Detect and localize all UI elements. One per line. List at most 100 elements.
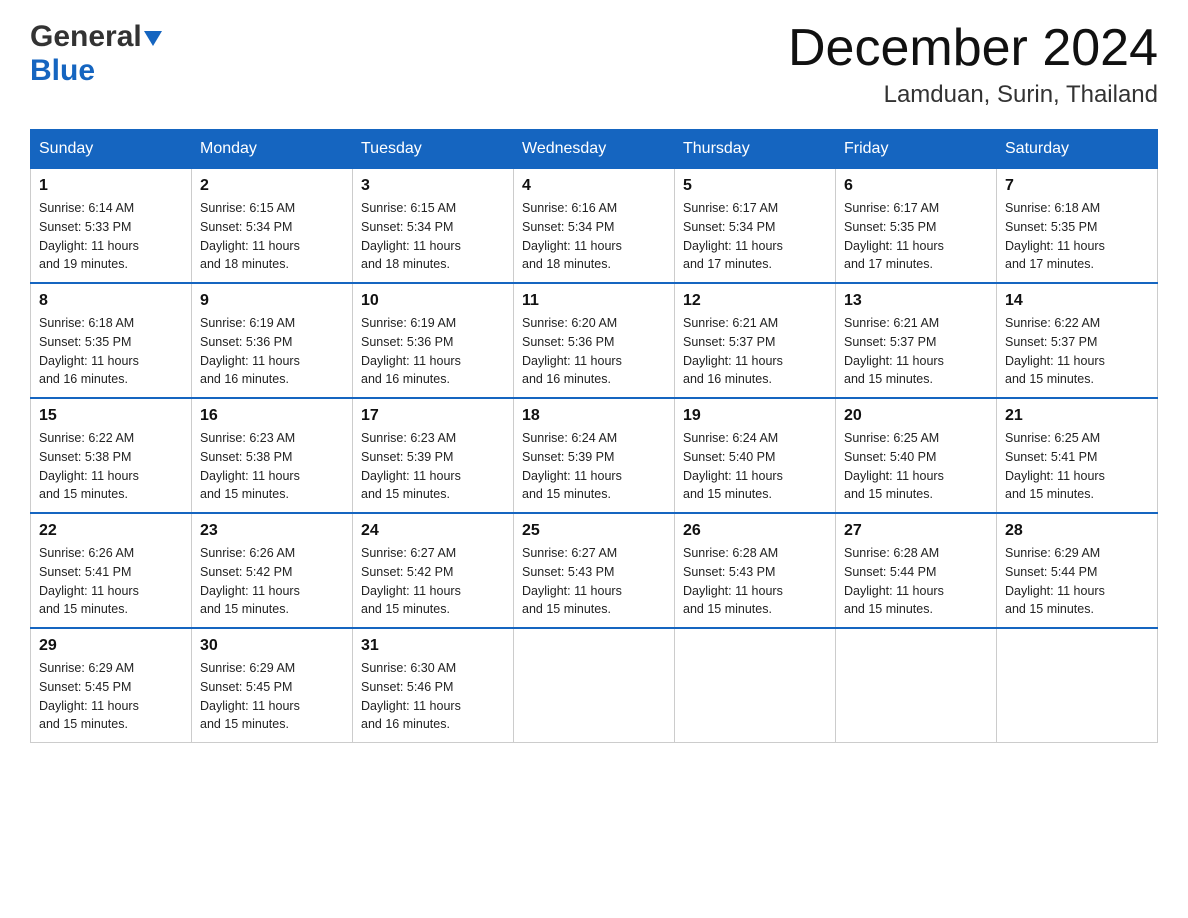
- day-number: 12: [683, 292, 827, 310]
- calendar-cell: 20Sunrise: 6:25 AMSunset: 5:40 PMDayligh…: [836, 398, 997, 513]
- calendar-cell: 21 Sunrise: 6:25 AMSunset: 5:41 PMDayligh…: [997, 398, 1158, 513]
- logo: General Blue: [30, 20, 162, 88]
- calendar-cell: 16Sunrise: 6:23 AMSunset: 5:38 PMDayligh…: [192, 398, 353, 513]
- day-header-tuesday: Tuesday: [353, 130, 514, 169]
- day-number: 22: [39, 522, 183, 540]
- day-info: Sunrise: 6:15 AMSunset: 5:34 PMDaylight:…: [361, 199, 505, 274]
- day-info: Sunrise: 6:28 AMSunset: 5:43 PMDaylight:…: [683, 544, 827, 619]
- day-info: Sunrise: 6:25 AMSunset: 5:41 PMDaylight:…: [1005, 429, 1149, 504]
- day-number: 29: [39, 637, 183, 655]
- day-header-sunday: Sunday: [31, 130, 192, 169]
- day-number: 11: [522, 292, 666, 310]
- calendar-cell: 4 Sunrise: 6:16 AMSunset: 5:34 PMDaylight…: [514, 169, 675, 284]
- day-number: 1: [39, 177, 183, 195]
- calendar-cell: 19Sunrise: 6:24 AMSunset: 5:40 PMDayligh…: [675, 398, 836, 513]
- day-header-wednesday: Wednesday: [514, 130, 675, 169]
- calendar-cell: 7 Sunrise: 6:18 AMSunset: 5:35 PMDaylight…: [997, 169, 1158, 284]
- calendar-cell: 15Sunrise: 6:22 AMSunset: 5:38 PMDayligh…: [31, 398, 192, 513]
- day-number: 10: [361, 292, 505, 310]
- day-info: Sunrise: 6:26 AMSunset: 5:41 PMDaylight:…: [39, 544, 183, 619]
- calendar-cell: 10Sunrise: 6:19 AMSunset: 5:36 PMDayligh…: [353, 283, 514, 398]
- calendar-cell: 29 Sunrise: 6:29 AMSunset: 5:45 PMDayligh…: [31, 628, 192, 743]
- day-number: 2: [200, 177, 344, 195]
- calendar-week-row: 29 Sunrise: 6:29 AMSunset: 5:45 PMDayligh…: [31, 628, 1158, 743]
- day-info: Sunrise: 6:28 AMSunset: 5:44 PMDaylight:…: [844, 544, 988, 619]
- day-number: 20: [844, 407, 988, 425]
- month-title: December 2024: [788, 20, 1158, 77]
- day-header-friday: Friday: [836, 130, 997, 169]
- day-info: Sunrise: 6:14 AMSunset: 5:33 PMDaylight:…: [39, 199, 183, 274]
- day-number: 31: [361, 637, 505, 655]
- calendar-week-row: 22 Sunrise: 6:26 AMSunset: 5:41 PMDayligh…: [31, 513, 1158, 628]
- day-number: 19: [683, 407, 827, 425]
- day-number: 23: [200, 522, 344, 540]
- day-info: Sunrise: 6:21 AMSunset: 5:37 PMDaylight:…: [844, 314, 988, 389]
- calendar-cell: [997, 628, 1158, 743]
- calendar-cell: [514, 628, 675, 743]
- day-info: Sunrise: 6:29 AMSunset: 5:44 PMDaylight:…: [1005, 544, 1149, 619]
- logo-general-text: General: [30, 20, 142, 54]
- calendar-cell: 9Sunrise: 6:19 AMSunset: 5:36 PMDaylight…: [192, 283, 353, 398]
- day-number: 3: [361, 177, 505, 195]
- day-info: Sunrise: 6:27 AMSunset: 5:43 PMDaylight:…: [522, 544, 666, 619]
- day-info: Sunrise: 6:29 AMSunset: 5:45 PMDaylight:…: [39, 659, 183, 734]
- calendar-cell: 30 Sunrise: 6:29 AMSunset: 5:45 PMDayligh…: [192, 628, 353, 743]
- location-title: Lamduan, Surin, Thailand: [788, 81, 1158, 109]
- day-header-monday: Monday: [192, 130, 353, 169]
- calendar-cell: 23Sunrise: 6:26 AMSunset: 5:42 PMDayligh…: [192, 513, 353, 628]
- day-header-saturday: Saturday: [997, 130, 1158, 169]
- calendar-week-row: 15Sunrise: 6:22 AMSunset: 5:38 PMDayligh…: [31, 398, 1158, 513]
- day-number: 27: [844, 522, 988, 540]
- calendar-header-row: SundayMondayTuesdayWednesdayThursdayFrid…: [31, 130, 1158, 169]
- day-number: 30: [200, 637, 344, 655]
- day-number: 13: [844, 292, 988, 310]
- day-number: 4: [522, 177, 666, 195]
- day-number: 25: [522, 522, 666, 540]
- calendar-week-row: 1 Sunrise: 6:14 AMSunset: 5:33 PMDaylight…: [31, 169, 1158, 284]
- day-number: 14: [1005, 292, 1149, 310]
- day-number: 17: [361, 407, 505, 425]
- day-info: Sunrise: 6:27 AMSunset: 5:42 PMDaylight:…: [361, 544, 505, 619]
- day-info: Sunrise: 6:24 AMSunset: 5:39 PMDaylight:…: [522, 429, 666, 504]
- day-number: 28: [1005, 522, 1149, 540]
- day-info: Sunrise: 6:29 AMSunset: 5:45 PMDaylight:…: [200, 659, 344, 734]
- day-info: Sunrise: 6:30 AMSunset: 5:46 PMDaylight:…: [361, 659, 505, 734]
- calendar-table: SundayMondayTuesdayWednesdayThursdayFrid…: [30, 129, 1158, 743]
- day-info: Sunrise: 6:18 AMSunset: 5:35 PMDaylight:…: [39, 314, 183, 389]
- calendar-cell: [836, 628, 997, 743]
- calendar-cell: 31 Sunrise: 6:30 AMSunset: 5:46 PMDayligh…: [353, 628, 514, 743]
- day-number: 7: [1005, 177, 1149, 195]
- day-info: Sunrise: 6:16 AMSunset: 5:34 PMDaylight:…: [522, 199, 666, 274]
- calendar-week-row: 8 Sunrise: 6:18 AMSunset: 5:35 PMDaylight…: [31, 283, 1158, 398]
- day-info: Sunrise: 6:17 AMSunset: 5:35 PMDaylight:…: [844, 199, 988, 274]
- page-header: General Blue December 2024 Lamduan, Suri…: [30, 20, 1158, 109]
- calendar-cell: 2 Sunrise: 6:15 AMSunset: 5:34 PMDaylight…: [192, 169, 353, 284]
- logo-triangle-icon: [144, 31, 162, 46]
- day-number: 21: [1005, 407, 1149, 425]
- day-info: Sunrise: 6:18 AMSunset: 5:35 PMDaylight:…: [1005, 199, 1149, 274]
- day-number: 26: [683, 522, 827, 540]
- calendar-cell: 27 Sunrise: 6:28 AMSunset: 5:44 PMDayligh…: [836, 513, 997, 628]
- day-number: 5: [683, 177, 827, 195]
- calendar-cell: 1 Sunrise: 6:14 AMSunset: 5:33 PMDaylight…: [31, 169, 192, 284]
- calendar-cell: 17 Sunrise: 6:23 AMSunset: 5:39 PMDayligh…: [353, 398, 514, 513]
- title-block: December 2024 Lamduan, Surin, Thailand: [788, 20, 1158, 109]
- calendar-cell: 22 Sunrise: 6:26 AMSunset: 5:41 PMDayligh…: [31, 513, 192, 628]
- calendar-cell: [675, 628, 836, 743]
- day-info: Sunrise: 6:19 AMSunset: 5:36 PMDaylight:…: [200, 314, 344, 389]
- day-info: Sunrise: 6:15 AMSunset: 5:34 PMDaylight:…: [200, 199, 344, 274]
- calendar-cell: 6Sunrise: 6:17 AMSunset: 5:35 PMDaylight…: [836, 169, 997, 284]
- day-info: Sunrise: 6:17 AMSunset: 5:34 PMDaylight:…: [683, 199, 827, 274]
- day-number: 8: [39, 292, 183, 310]
- day-number: 24: [361, 522, 505, 540]
- day-info: Sunrise: 6:23 AMSunset: 5:39 PMDaylight:…: [361, 429, 505, 504]
- calendar-cell: 14 Sunrise: 6:22 AMSunset: 5:37 PMDayligh…: [997, 283, 1158, 398]
- calendar-cell: 5 Sunrise: 6:17 AMSunset: 5:34 PMDaylight…: [675, 169, 836, 284]
- day-header-thursday: Thursday: [675, 130, 836, 169]
- day-info: Sunrise: 6:21 AMSunset: 5:37 PMDaylight:…: [683, 314, 827, 389]
- day-number: 15: [39, 407, 183, 425]
- day-number: 16: [200, 407, 344, 425]
- calendar-cell: 8 Sunrise: 6:18 AMSunset: 5:35 PMDaylight…: [31, 283, 192, 398]
- calendar-cell: 28 Sunrise: 6:29 AMSunset: 5:44 PMDayligh…: [997, 513, 1158, 628]
- day-info: Sunrise: 6:22 AMSunset: 5:37 PMDaylight:…: [1005, 314, 1149, 389]
